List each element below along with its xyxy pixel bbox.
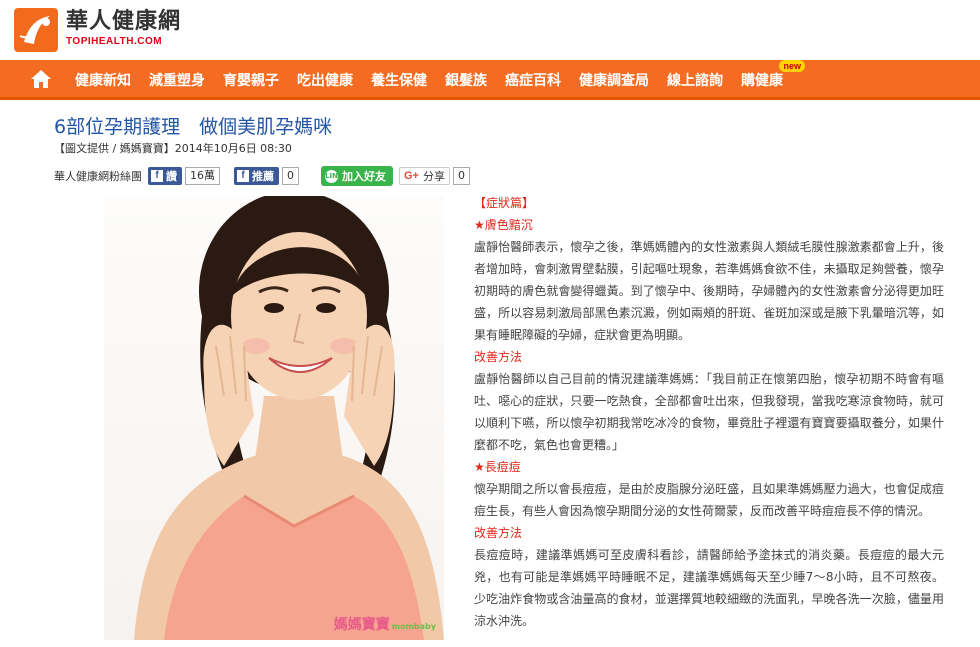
nav-item-cancer[interactable]: 癌症百科 xyxy=(505,70,561,90)
facebook-icon: f xyxy=(151,170,163,182)
google-plus-share-label: 分享 xyxy=(422,170,445,183)
photo-watermark: 媽媽寶寶 mombaby xyxy=(334,614,436,634)
line-add-friend-label: 加入好友 xyxy=(342,170,386,183)
nav-item-online-consult[interactable]: 線上諮詢 xyxy=(667,70,723,90)
nav-item-seniors[interactable]: 銀髮族 xyxy=(445,70,487,90)
nav-item-weight-loss[interactable]: 減重塑身 xyxy=(149,70,205,90)
nav-item-wellness[interactable]: 養生保健 xyxy=(371,70,427,90)
google-plus-icon: G+ xyxy=(404,170,419,182)
paragraph: 盧靜怡醫師表示，懷孕之後，準媽媽體內的女性激素與人類絨毛膜性腺激素都會上升，後者… xyxy=(474,240,944,342)
fan-page-label[interactable]: 華人健康網粉絲團 xyxy=(54,168,142,184)
paragraph: 懷孕期間之所以會長痘痘，是由於皮脂腺分泌旺盛，且如果準媽媽壓力過大，也會促成痘痘… xyxy=(474,482,944,518)
article-meta: 【圖文提供 / 媽媽寶寶】2014年10月6日 08:30 xyxy=(54,142,292,155)
section-heading: 【症狀篇】 xyxy=(474,196,535,210)
facebook-like-label: 讚 xyxy=(166,170,177,183)
paragraph: 盧靜怡醫師以自己目前的情況建議準媽媽：「我目前正在懷第四胎，懷孕初期不時會有嘔吐… xyxy=(474,372,944,452)
facebook-recommend-count: 0 xyxy=(282,167,299,185)
photo-watermark-brand: 媽媽寶寶 xyxy=(333,617,390,633)
facebook-recommend-button[interactable]: f 推薦 xyxy=(234,167,279,185)
nav-item-healthy-eating[interactable]: 吃出健康 xyxy=(297,70,353,90)
logo-subtitle: TOPIHEALTH.COM xyxy=(66,36,163,47)
main-nav: 健康新知 減重塑身 育嬰親子 吃出健康 養生保健 銀髮族 癌症百科 健康調查局 … xyxy=(0,60,980,100)
photo-watermark-sub: mombaby xyxy=(391,622,436,631)
google-plus-count: 0 xyxy=(452,167,470,185)
facebook-recommend-label: 推薦 xyxy=(252,170,274,183)
site-logo[interactable]: 華人健康網 TOPIHEALTH.COM xyxy=(14,8,181,52)
nav-item-health-news[interactable]: 健康新知 xyxy=(75,70,131,90)
facebook-icon: f xyxy=(237,170,249,182)
article-body: 【症狀篇】 ★膚色黯沉 盧靜怡醫師表示，懷孕之後，準媽媽體內的女性激素與人類絨毛… xyxy=(474,192,944,632)
subheading-acne: ★長痘痘 xyxy=(474,460,521,474)
line-icon: LINE xyxy=(325,169,343,183)
nav-item-parenting[interactable]: 育嬰親子 xyxy=(223,70,279,90)
line-add-friend-button[interactable]: LINE 加入好友 xyxy=(321,166,393,186)
article-title: 6部位孕期護理 做個美肌孕媽咪 xyxy=(54,116,333,138)
facebook-like-count: 16萬 xyxy=(185,167,220,185)
share-bar: 華人健康網粉絲團 f 讚 16萬 f 推薦 0 LINE 加入好友 G+ 分享 … xyxy=(54,166,470,186)
logo-mark-icon xyxy=(14,8,58,52)
subheading-dull-skin: ★膚色黯沉 xyxy=(474,218,533,232)
nav-item-health-survey[interactable]: 健康調查局 xyxy=(579,70,649,90)
new-badge: new xyxy=(779,60,805,72)
improvement-heading: 改善方法 xyxy=(474,350,523,364)
paragraph: 長痘痘時，建議準媽媽可至皮膚科看診，請醫師給予塗抹式的消炎藥。長痘痘的最大元兇，… xyxy=(474,548,944,628)
woman-portrait-illustration xyxy=(134,196,444,640)
article-photo: 媽媽寶寶 mombaby xyxy=(104,196,444,640)
nav-item-shop[interactable]: 購健康 new xyxy=(741,60,805,90)
google-plus-share-button[interactable]: G+ 分享 xyxy=(399,167,450,185)
home-icon[interactable] xyxy=(30,68,52,90)
facebook-like-button[interactable]: f 讚 xyxy=(148,167,182,185)
improvement-heading: 改善方法 xyxy=(474,526,523,540)
nav-item-shop-label: 購健康 xyxy=(741,73,783,89)
site-header: 華人健康網 TOPIHEALTH.COM xyxy=(0,0,980,60)
logo-title: 華人健康網 xyxy=(66,8,182,34)
